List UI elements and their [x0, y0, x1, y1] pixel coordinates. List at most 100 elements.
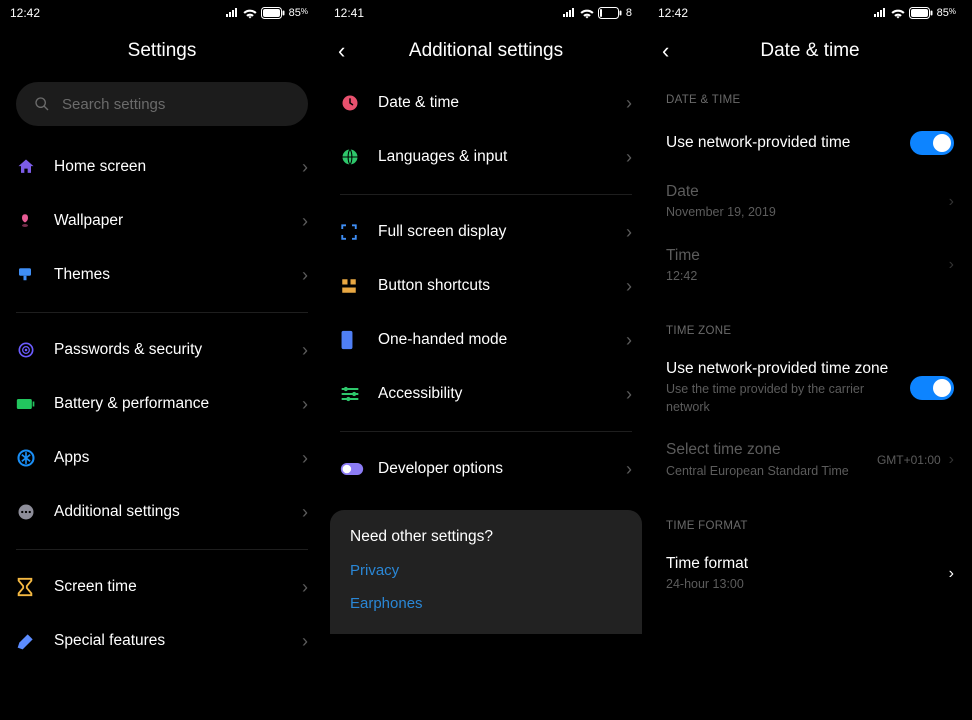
title-bar: ‹ Additional settings — [324, 26, 648, 76]
chevron-right-icon: › — [302, 631, 308, 652]
chevron-right-icon: › — [626, 276, 632, 297]
row-additional-settings[interactable]: Additional settings › — [0, 485, 324, 539]
label: Select time zone — [666, 440, 877, 460]
battery-setting-icon — [16, 397, 54, 411]
row-accessibility[interactable]: Accessibility › — [324, 367, 648, 421]
label: Time format — [666, 554, 949, 574]
row-date-time[interactable]: Date & time › — [324, 76, 648, 130]
screentime-icon — [16, 577, 54, 597]
chevron-right-icon: › — [949, 193, 954, 211]
row-label: Wallpaper — [54, 212, 302, 230]
link-privacy[interactable]: Privacy — [350, 562, 622, 579]
wallpaper-icon — [16, 212, 54, 230]
back-button[interactable]: ‹ — [338, 38, 345, 64]
home-icon — [16, 157, 54, 177]
row-battery-performance[interactable]: Battery & performance › — [0, 377, 324, 431]
label: Use network-provided time — [666, 133, 910, 153]
title-bar: ‹ Date & time — [648, 26, 972, 76]
battery-pct: 85% — [289, 7, 308, 19]
row-home-screen[interactable]: Home screen › — [0, 140, 324, 194]
row-label: Date & time — [378, 94, 626, 112]
status-time: 12:42 — [10, 6, 40, 20]
status-bar: 12:42 85% — [0, 0, 324, 26]
security-icon — [16, 340, 54, 360]
signal-icon — [562, 8, 576, 18]
chevron-right-icon: › — [302, 448, 308, 469]
description: Use the time provided by the carrier net… — [666, 381, 910, 416]
battery-icon — [909, 7, 933, 19]
label: Time — [666, 246, 949, 266]
page-title: Date & time — [760, 40, 859, 62]
divider — [340, 194, 632, 195]
row-label: Button shortcuts — [378, 277, 626, 295]
row-special-features[interactable]: Special features › — [0, 614, 324, 668]
status-time: 12:42 — [658, 6, 688, 20]
status-icons: 85% — [873, 7, 956, 19]
row-themes[interactable]: Themes › — [0, 248, 324, 302]
screen-date-time: 12:42 85% ‹ Date & time DATE & TIME Use … — [648, 0, 972, 720]
row-label: Additional settings — [54, 503, 302, 521]
row-full-screen-display[interactable]: Full screen display › — [324, 205, 648, 259]
wifi-icon — [580, 8, 594, 19]
row-languages-input[interactable]: Languages & input › — [324, 130, 648, 184]
row-label: Special features — [54, 632, 302, 650]
row-network-time-toggle[interactable]: Use network-provided time — [648, 116, 972, 170]
status-bar: 12:41 8 — [324, 0, 648, 26]
toggle-on[interactable] — [910, 131, 954, 155]
row-label: Themes — [54, 266, 302, 284]
other-settings-card: Need other settings? Privacy Earphones — [330, 510, 642, 634]
search-icon — [34, 96, 50, 112]
screen-settings: 12:42 85% Settings Search settings Home … — [0, 0, 324, 720]
row-passwords-security[interactable]: Passwords & security › — [0, 323, 324, 377]
row-label: Battery & performance — [54, 395, 302, 413]
row-label: One-handed mode — [378, 331, 626, 349]
search-input[interactable]: Search settings — [16, 82, 308, 126]
battery-icon — [261, 7, 285, 19]
settings-list: Home screen › Wallpaper › Themes › Passw… — [0, 140, 324, 720]
chevron-right-icon: › — [626, 222, 632, 243]
developer-icon — [340, 461, 378, 477]
value: 24-hour 13:00 — [666, 576, 949, 594]
toggle-on[interactable] — [910, 376, 954, 400]
battery-pct: 85% — [937, 7, 956, 19]
chevron-right-icon: › — [302, 211, 308, 232]
label: Date — [666, 182, 949, 202]
row-label: Full screen display — [378, 223, 626, 241]
row-label: Developer options — [378, 460, 626, 478]
wifi-icon — [243, 8, 257, 19]
chevron-right-icon: › — [949, 256, 954, 274]
row-apps[interactable]: Apps › — [0, 431, 324, 485]
chevron-right-icon: › — [949, 451, 954, 469]
row-wallpaper[interactable]: Wallpaper › — [0, 194, 324, 248]
onehanded-icon — [340, 330, 378, 350]
row-time-format[interactable]: Time format 24-hour 13:00 › — [648, 542, 972, 606]
signal-icon — [225, 8, 239, 18]
divider — [16, 549, 308, 550]
chevron-right-icon: › — [302, 265, 308, 286]
screen-additional-settings: 12:41 8 ‹ Additional settings Date & tim… — [324, 0, 648, 720]
wifi-icon — [891, 8, 905, 19]
row-date: Date November 19, 2019 › — [648, 170, 972, 234]
chevron-right-icon: › — [302, 157, 308, 178]
row-screen-time[interactable]: Screen time › — [0, 560, 324, 614]
row-label: Home screen — [54, 158, 302, 176]
chevron-right-icon: › — [949, 565, 954, 583]
row-network-timezone-toggle[interactable]: Use network-provided time zone Use the t… — [648, 347, 972, 428]
battery-pct: 8 — [626, 7, 632, 19]
back-button[interactable]: ‹ — [662, 38, 669, 64]
row-label: Passwords & security — [54, 341, 302, 359]
section-header: TIME FORMAT — [648, 492, 972, 542]
row-developer-options[interactable]: Developer options › — [324, 442, 648, 496]
row-one-handed-mode[interactable]: One-handed mode › — [324, 313, 648, 367]
chevron-right-icon: › — [302, 340, 308, 361]
status-time: 12:41 — [334, 6, 364, 20]
signal-icon — [873, 8, 887, 18]
chevron-right-icon: › — [626, 330, 632, 351]
row-button-shortcuts[interactable]: Button shortcuts › — [324, 259, 648, 313]
section-header: TIME ZONE — [648, 297, 972, 347]
battery-icon — [598, 7, 622, 19]
chevron-right-icon: › — [626, 147, 632, 168]
shortcuts-icon — [340, 277, 378, 295]
value: Central European Standard Time — [666, 463, 877, 481]
link-earphones[interactable]: Earphones — [350, 595, 622, 612]
